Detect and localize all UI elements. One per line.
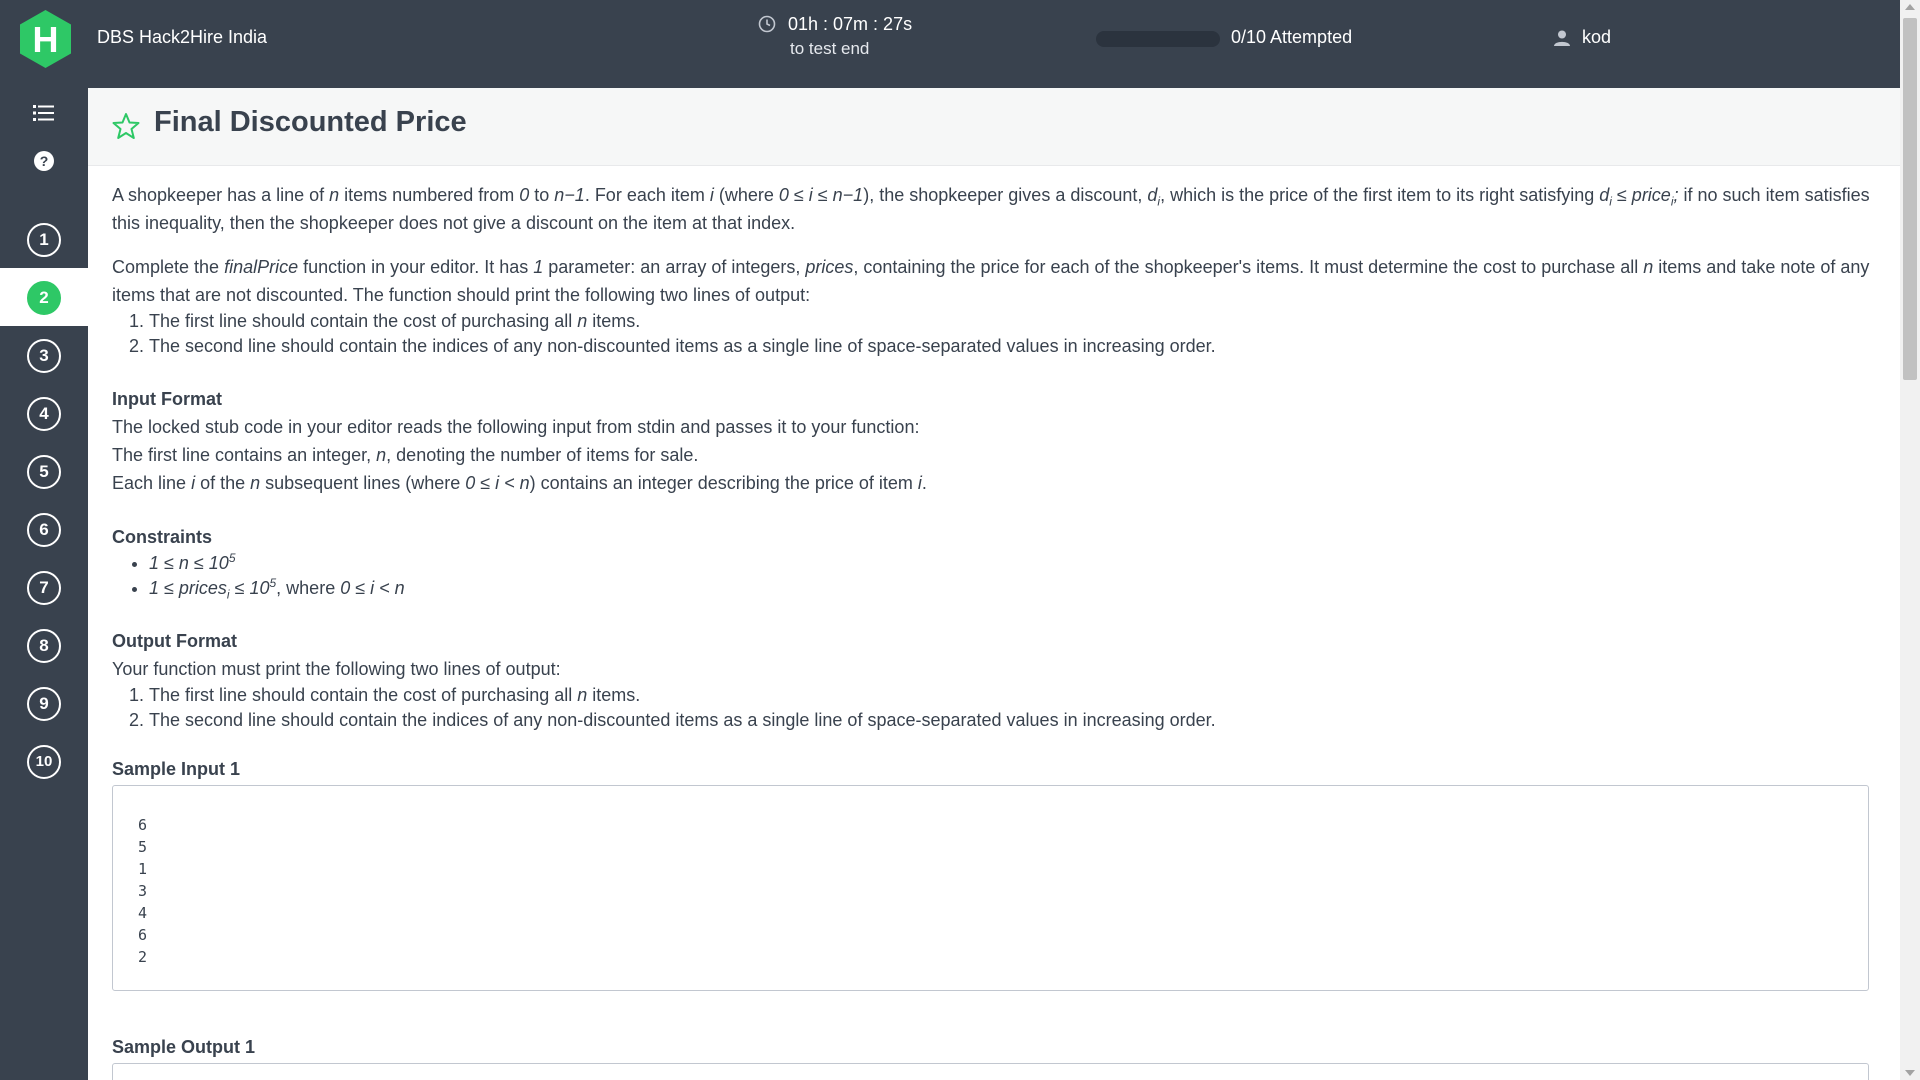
scroll-down-arrow-icon[interactable] — [1905, 1070, 1915, 1076]
question-number: 6 — [27, 513, 61, 547]
star-icon[interactable] — [112, 112, 140, 140]
question-item-9[interactable]: 9 — [0, 674, 88, 732]
question-number: 5 — [27, 455, 61, 489]
clock-icon — [758, 15, 776, 33]
question-item-4[interactable]: 4 — [0, 384, 88, 442]
list-icon[interactable] — [32, 101, 56, 125]
constraints-list: 1 ≤ n ≤ 105 1 ≤ pricesi ≤ 105, where 0 ≤… — [112, 551, 1872, 601]
question-item-2[interactable]: 2 — [0, 268, 88, 326]
output-format-list: The first line should contain the cost o… — [112, 683, 1872, 733]
problem-panel: Final Discounted Price A shopkeeper has … — [88, 88, 1900, 1080]
page-scrollbar[interactable] — [1900, 0, 1920, 1080]
input-format-title: Input Format — [112, 389, 222, 409]
list-item: The first line should contain the cost o… — [149, 683, 1872, 708]
question-sidebar: ? 1 2 3 4 5 6 7 8 9 10 — [0, 88, 88, 1080]
question-number: 4 — [27, 397, 61, 431]
sample-input-title: Sample Input 1 — [112, 759, 241, 779]
sample-input-box[interactable]: 6 5 1 3 4 6 2 — [112, 785, 1869, 991]
question-number: 1 — [27, 223, 61, 257]
attempted-count: 0/10 Attempted — [1231, 27, 1353, 47]
question-item-5[interactable]: 5 — [0, 442, 88, 500]
question-item-10[interactable]: 10 — [0, 732, 88, 790]
timer-label: to test end — [790, 39, 870, 58]
svg-text:?: ? — [40, 153, 49, 169]
list-item: 1 ≤ pricesi ≤ 105, where 0 ≤ i < n — [149, 576, 1872, 601]
sample-output-box[interactable] — [112, 1063, 1869, 1080]
question-number: 2 — [27, 281, 61, 315]
input-format-line: Each line i of the n subsequent lines (w… — [112, 473, 927, 493]
question-item-3[interactable]: 3 — [0, 326, 88, 384]
output-format-title: Output Format — [112, 631, 237, 651]
question-item-1[interactable]: 1 — [0, 210, 88, 268]
question-number: 3 — [27, 339, 61, 373]
question-number: 7 — [27, 571, 61, 605]
constraints-title: Constraints — [112, 527, 213, 547]
question-item-8[interactable]: 8 — [0, 616, 88, 674]
task-output-list: The first line should contain the cost o… — [112, 309, 1872, 359]
svg-text:H: H — [33, 19, 59, 60]
list-item: The first line should contain the cost o… — [149, 309, 1872, 334]
hackerrank-logo[interactable]: H — [20, 10, 71, 68]
problem-intro: A shopkeeper has a line of n items numbe… — [112, 185, 1870, 233]
attempt-progress-bar — [1096, 31, 1220, 47]
problem-title: Final Discounted Price — [154, 106, 467, 138]
sample-output-title: Sample Output 1 — [112, 1037, 256, 1057]
question-item-7[interactable]: 7 — [0, 558, 88, 616]
problem-statement: A shopkeeper has a line of n items numbe… — [112, 181, 1872, 1080]
problem-title-bar: Final Discounted Price — [88, 88, 1900, 166]
help-icon[interactable]: ? — [32, 149, 56, 173]
question-item-6[interactable]: 6 — [0, 500, 88, 558]
sample-input-code: 6 5 1 3 4 6 2 — [138, 816, 148, 966]
input-format-line: The first line contains an integer, n, d… — [112, 445, 699, 465]
question-number: 9 — [27, 687, 61, 721]
timer-value: 01h : 07m : 27s — [788, 14, 913, 34]
input-format-line: The locked stub code in your editor read… — [112, 417, 920, 437]
user-menu[interactable]: kod — [1582, 27, 1611, 48]
test-name: DBS Hack2Hire India — [97, 27, 268, 47]
output-format-intro: Your function must print the following t… — [112, 659, 561, 679]
scroll-up-arrow-icon[interactable] — [1905, 4, 1915, 10]
question-number: 8 — [27, 629, 61, 663]
problem-task: Complete the finalPrice function in your… — [112, 257, 1870, 305]
user-icon — [1554, 30, 1570, 46]
list-item: The second line should contain the indic… — [149, 708, 1872, 733]
scrollbar-thumb[interactable] — [1903, 18, 1917, 380]
list-item: 1 ≤ n ≤ 105 — [149, 551, 1872, 576]
list-item: The second line should contain the indic… — [149, 334, 1872, 359]
question-list: 1 2 3 4 5 6 7 8 9 10 — [0, 210, 88, 790]
question-number: 10 — [27, 745, 61, 779]
top-header: H DBS Hack2Hire India 01h : 07m : 27s to… — [0, 0, 1900, 88]
